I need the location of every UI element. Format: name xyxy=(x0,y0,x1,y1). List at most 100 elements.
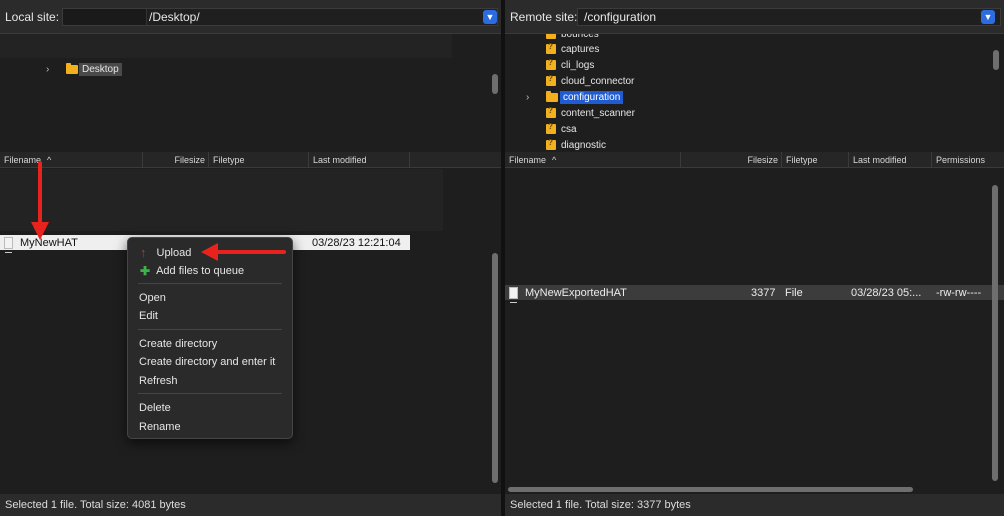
menu-item-label: Create directory and enter it xyxy=(139,355,276,368)
tree-item-label: csa xyxy=(561,123,577,135)
menu-item-add-files-to-queue[interactable]: ✚ Add files to queue xyxy=(140,263,244,278)
remote-status-bar: Selected 1 file. Total size: 3377 bytes xyxy=(505,494,1004,516)
local-status-bar: Selected 1 file. Total size: 4081 bytes xyxy=(0,494,501,516)
chevron-down-icon: ▼ xyxy=(485,12,495,22)
column-label: Filetype xyxy=(786,155,818,165)
menu-item-create-directory[interactable]: Create directory xyxy=(139,336,217,351)
tree-item-label: cloud_connector xyxy=(561,75,635,87)
column-header-filesize[interactable]: Filesize xyxy=(143,152,209,168)
menu-item-delete[interactable]: Delete xyxy=(139,400,171,415)
chevron-right-icon[interactable]: › xyxy=(46,64,58,75)
menu-item-upload[interactable]: ↑ Upload xyxy=(140,245,191,260)
menu-item-create-directory-and-enter[interactable]: Create directory and enter it xyxy=(139,354,275,369)
locked-folder-icon xyxy=(546,34,556,39)
remote-directory-tree: bounces captures cli_logs cloud_connecto… xyxy=(505,34,1004,150)
file-last-modified: 03/28/23 05:... xyxy=(851,286,922,299)
menu-item-rename[interactable]: Rename xyxy=(139,419,181,434)
remote-site-path-text: /configuration xyxy=(584,10,657,24)
locked-folder-icon xyxy=(546,74,556,86)
upload-icon: ↑ xyxy=(140,245,147,260)
tree-item-label: bounces xyxy=(561,34,599,40)
remote-file-list: MyNewExportedHAT 3377 File 03/28/23 05:.… xyxy=(505,169,1004,494)
tree-item-csa[interactable]: csa xyxy=(546,121,1004,137)
file-last-modified: 03/28/23 12:21:04 xyxy=(312,236,401,249)
column-label: Filesize xyxy=(747,155,778,165)
menu-item-label: Edit xyxy=(139,309,158,322)
sort-ascending-icon: ^ xyxy=(552,155,557,165)
local-site-path-input[interactable]: /Desktop/ xyxy=(62,8,498,26)
column-header-filesize[interactable]: Filesize xyxy=(681,152,782,168)
locked-folder-icon xyxy=(546,42,556,54)
locked-folder-icon xyxy=(546,58,556,70)
file-icon xyxy=(4,236,13,249)
column-header-last-modified[interactable]: Last modified xyxy=(849,152,932,168)
menu-separator xyxy=(138,329,282,330)
list-row-blank xyxy=(0,169,443,231)
local-site-label: Local site: xyxy=(5,9,60,24)
remote-site-label: Remote site: xyxy=(510,9,578,24)
remote-list-vertical-scrollbar[interactable] xyxy=(992,185,998,481)
column-header-filename[interactable]: Filename ^ xyxy=(505,152,681,168)
tree-item-captures[interactable]: captures xyxy=(546,41,1004,57)
local-site-path-text: /Desktop/ xyxy=(149,10,200,24)
column-header-filetype[interactable]: Filetype xyxy=(209,152,309,168)
folder-icon xyxy=(546,90,558,102)
menu-item-label: Refresh xyxy=(139,374,178,387)
tree-item-configuration[interactable]: › configuration xyxy=(526,89,1004,105)
menu-item-label: Add files to queue xyxy=(156,264,245,277)
file-size: 3377 xyxy=(751,286,776,299)
menu-item-label: Create directory xyxy=(139,337,218,350)
remote-path-dropdown-button[interactable]: ▼ xyxy=(981,10,995,24)
tree-item-diagnostic[interactable]: diagnostic xyxy=(546,137,1004,150)
local-tree-scrollbar[interactable] xyxy=(492,74,498,94)
column-label: Filename xyxy=(4,155,42,165)
menu-item-label: Upload xyxy=(156,246,192,259)
cursor-marker xyxy=(5,252,12,253)
local-directory-tree: › Desktop xyxy=(0,34,501,150)
sort-ascending-icon: ^ xyxy=(47,155,52,165)
column-header-last-modified[interactable]: Last modified xyxy=(309,152,410,168)
column-header-filename[interactable]: Filename ^ xyxy=(0,152,143,168)
column-header-filetype[interactable]: Filetype xyxy=(782,152,849,168)
menu-item-label: Rename xyxy=(139,420,181,433)
remote-pane: Remote site: /configuration ▼ bounces ca… xyxy=(505,0,1004,516)
chevron-down-icon: ▼ xyxy=(983,12,993,22)
menu-item-open[interactable]: Open xyxy=(139,290,166,305)
menu-item-label: Open xyxy=(139,291,166,304)
column-label: Filetype xyxy=(213,155,245,165)
menu-item-label: Delete xyxy=(139,401,171,414)
file-name: MyNewExportedHAT xyxy=(525,286,627,299)
tree-item-cloud-connector[interactable]: cloud_connector xyxy=(546,73,1004,89)
column-label: Filename xyxy=(509,155,547,165)
column-header-permissions[interactable]: Permissions xyxy=(932,152,1004,168)
chevron-right-icon[interactable]: › xyxy=(526,92,546,103)
tree-item-content-scanner[interactable]: content_scanner xyxy=(546,105,1004,121)
remote-file-list-header: Filename ^ Filesize Filetype Last modifi… xyxy=(505,152,1004,168)
folder-icon xyxy=(66,62,78,74)
column-label: Filesize xyxy=(174,155,205,165)
tree-item-label: diagnostic xyxy=(561,139,607,151)
remote-tree-scrollbar[interactable] xyxy=(993,50,999,70)
tree-row-blank xyxy=(0,34,452,58)
local-status-text: Selected 1 file. Total size: 4081 bytes xyxy=(5,499,186,511)
redacted-path-segment xyxy=(63,9,147,25)
local-path-dropdown-button[interactable]: ▼ xyxy=(483,10,497,24)
local-list-scrollbar[interactable] xyxy=(492,253,498,483)
locked-folder-icon xyxy=(546,122,556,134)
file-icon xyxy=(509,286,518,299)
add-to-queue-icon: ✚ xyxy=(140,263,151,278)
column-label: Last modified xyxy=(313,155,367,165)
file-type: File xyxy=(785,286,803,299)
locked-folder-icon xyxy=(546,138,556,150)
menu-item-refresh[interactable]: Refresh xyxy=(139,373,178,388)
remote-site-path-input[interactable]: /configuration xyxy=(577,8,1001,26)
tree-item-cli-logs[interactable]: cli_logs xyxy=(546,57,1004,73)
menu-item-edit[interactable]: Edit xyxy=(139,308,158,323)
table-row[interactable]: MyNewExportedHAT 3377 File 03/28/23 05:.… xyxy=(505,285,1004,300)
remote-status-text: Selected 1 file. Total size: 3377 bytes xyxy=(510,499,691,511)
remote-list-horizontal-scrollbar[interactable] xyxy=(508,487,913,492)
column-label: Permissions xyxy=(936,155,986,165)
menu-separator xyxy=(138,283,282,284)
tree-item-label: cli_logs xyxy=(561,59,595,71)
tree-item-desktop[interactable]: › Desktop xyxy=(46,61,501,77)
